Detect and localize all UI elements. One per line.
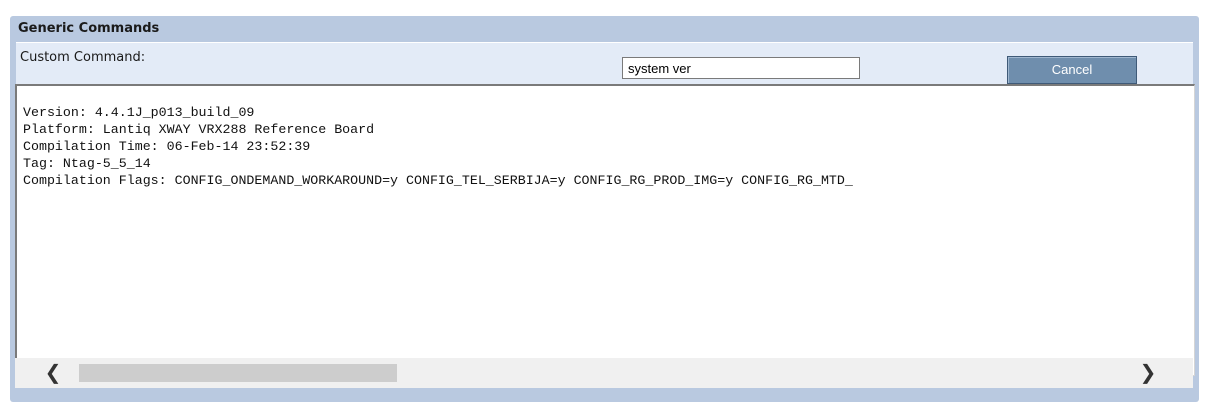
cancel-button[interactable]: Cancel	[1007, 56, 1137, 84]
output-line: Version: 4.4.1J_p013_build_09	[23, 105, 255, 120]
output-line: Compilation Time: 06-Feb-14 23:52:39	[23, 139, 311, 154]
horizontal-scrollbar[interactable]: ❮ ❯	[15, 358, 1193, 388]
scrollbar-thumb[interactable]	[79, 364, 397, 382]
output-line: Platform: Lantiq XWAY VRX288 Reference B…	[23, 122, 375, 137]
custom-command-label: Custom Command:	[20, 50, 146, 65]
custom-command-input[interactable]	[622, 57, 860, 79]
chevron-right-icon[interactable]: ❯	[1136, 361, 1160, 383]
panel-title: Generic Commands	[18, 21, 160, 36]
command-output-text: Version: 4.4.1J_p013_build_09 Platform: …	[23, 104, 853, 189]
chevron-left-icon[interactable]: ❮	[41, 361, 65, 383]
output-line: Compilation Flags: CONFIG_ONDEMAND_WORKA…	[23, 173, 853, 188]
command-output-area[interactable]: Version: 4.4.1J_p013_build_09 Platform: …	[15, 84, 1195, 376]
output-line: Tag: Ntag-5_5_14	[23, 156, 151, 171]
